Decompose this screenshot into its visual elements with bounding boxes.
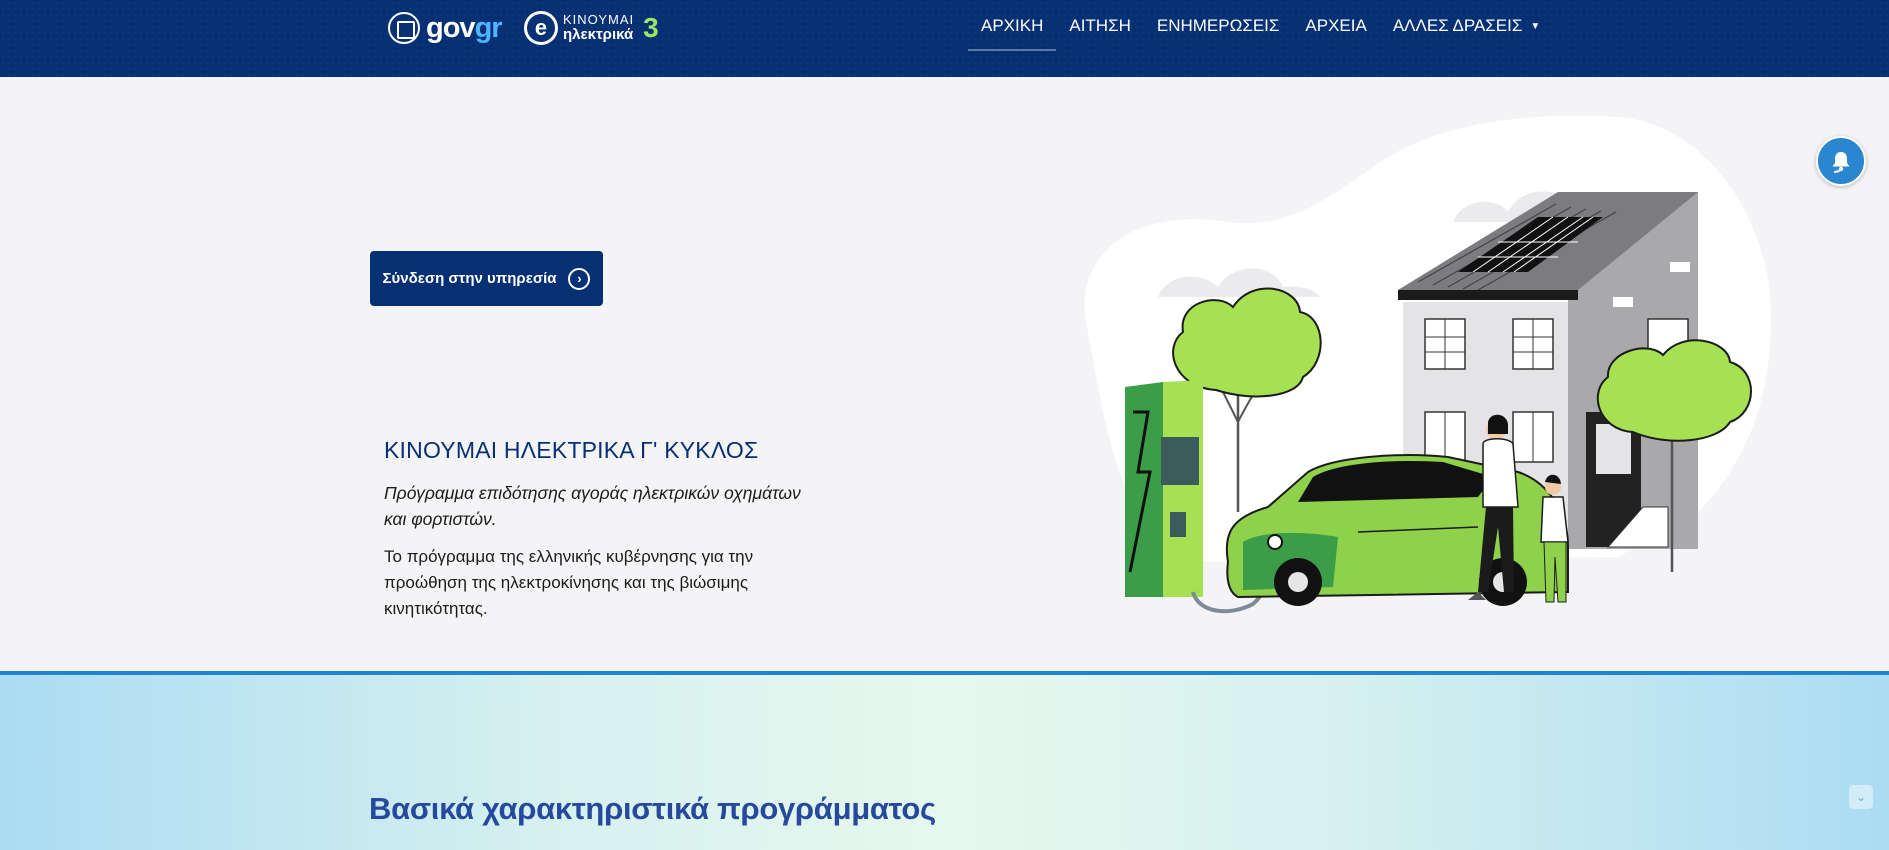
- top-header: govgr e ΚΙΝΟΥΜΑΙ ηλεκτρικά 3 ΑΡΧΙΚΗ ΑΙΤΗ…: [0, 0, 1889, 77]
- program-logo-text: ΚΙΝΟΥΜΑΙ ηλεκτρικά: [563, 12, 635, 43]
- notifications-bell-button[interactable]: [1816, 136, 1866, 186]
- nav-item-other-actions-label: ΑΛΛΕΣ ΔΡΑΣΕΙΣ: [1392, 16, 1523, 35]
- nav-item-other-actions[interactable]: ΑΛΛΕΣ ΔΡΑΣΕΙΣ ▼: [1380, 0, 1553, 52]
- features-title: Βασικά χαρακτηριστικά προγράμματος: [369, 791, 936, 826]
- hero-description: Το πρόγραμμα της ελληνικής κυβέρνησης γι…: [384, 547, 754, 618]
- greek-emblem-icon: [388, 12, 420, 44]
- program-logo-number: 3: [643, 12, 659, 43]
- caret-down-icon: ▼: [1530, 20, 1541, 32]
- hero-subtitle: Πρόγραμμα επιδότησης αγοράς ηλεκτρικών ο…: [384, 483, 801, 529]
- gov-gr-logo[interactable]: govgr: [388, 10, 503, 46]
- login-button-label: Σύνδεση στην υπηρεσία: [382, 270, 557, 287]
- nav-item-updates[interactable]: ΕΝΗΜΕΡΩΣΕΙΣ: [1144, 0, 1293, 52]
- bell-icon: [1832, 152, 1850, 173]
- nav-item-application[interactable]: ΑΙΤΗΣΗ: [1056, 0, 1144, 52]
- chevron-down-icon: ⌄: [1855, 790, 1867, 804]
- chevron-right-circle-icon: ›: [568, 267, 591, 290]
- features-section: Βασικά χαρακτηριστικά προγράμματος ⌄: [0, 675, 1889, 850]
- electric-e-icon: e: [524, 11, 558, 45]
- scroll-to-top-button[interactable]: ⌄: [1849, 785, 1873, 809]
- nav-item-files[interactable]: ΑΡΧΕΙΑ: [1292, 0, 1379, 52]
- hero-title: ΚΙΝΟΥΜΑΙ ΗΛΕΚΤΡΙΚΑ Γ' ΚΥΚΛΟΣ: [384, 437, 759, 463]
- nav-item-home[interactable]: ΑΡΧΙΚΗ: [968, 0, 1057, 52]
- main-nav: ΑΡΧΙΚΗ ΑΙΤΗΣΗ ΕΝΗΜΕΡΩΣΕΙΣ ΑΡΧΕΙΑ ΑΛΛΕΣ Δ…: [968, 0, 1553, 52]
- gov-gr-wordmark: govgr: [426, 11, 503, 44]
- program-logo[interactable]: e ΚΙΝΟΥΜΑΙ ηλεκτρικά 3: [524, 8, 659, 48]
- login-button[interactable]: Σύνδεση στην υπηρεσία ›: [370, 251, 603, 306]
- ev-charging-illustration: [1084, 115, 1772, 614]
